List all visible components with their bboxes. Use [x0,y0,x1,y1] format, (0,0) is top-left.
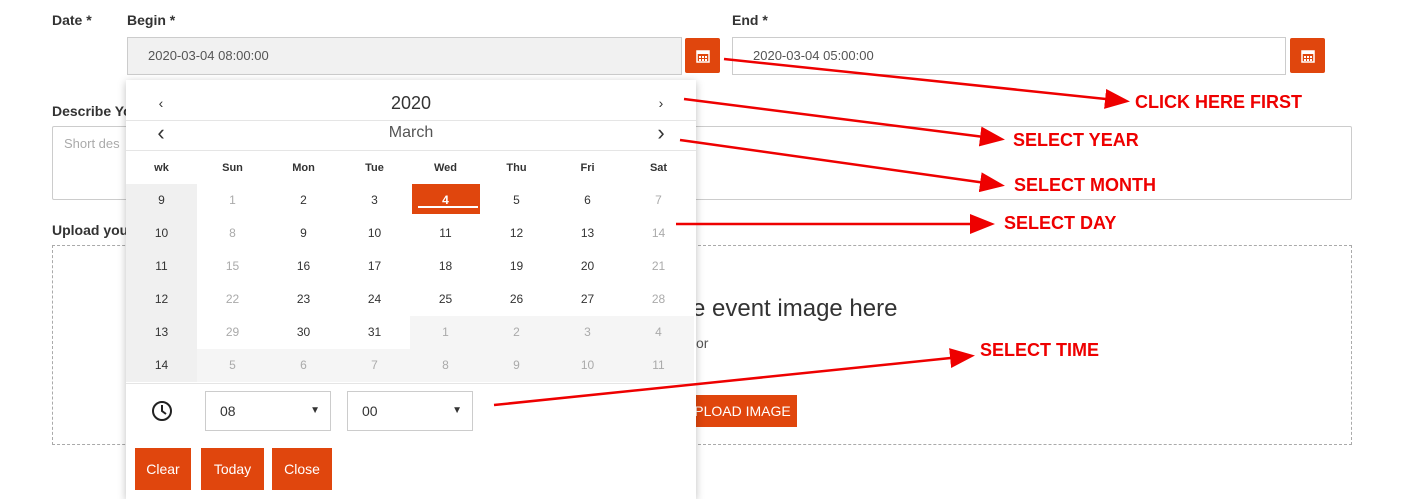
arrow-select-time [493,348,975,407]
annotation-select-month: SELECT MONTH [1014,175,1156,195]
annotation-select-time: SELECT TIME [980,340,1100,360]
arrow-click-here-first [723,57,1130,109]
annotation-click-here-first: CLICK HERE FIRST [1135,92,1303,112]
arrow-select-month [679,138,1005,193]
annotation-arrows [493,57,1130,407]
annotation-select-year: SELECT YEAR [1013,130,1139,150]
arrow-select-year [683,97,1005,147]
annotation-select-day: SELECT DAY [1004,213,1117,233]
